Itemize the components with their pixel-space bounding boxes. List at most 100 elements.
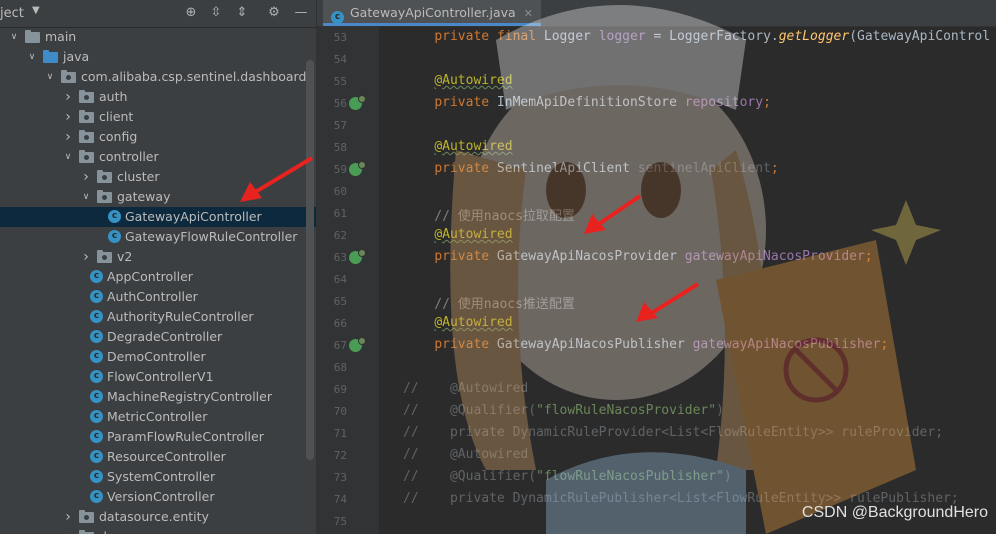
tree-item-label: d [99,527,107,534]
tree-item-folder[interactable]: › datasource.entity [0,507,316,527]
gear-icon[interactable]: ⚙ [266,5,282,21]
line-number: 59 [333,163,347,176]
line-number: 56 [333,97,347,110]
chevron-down-icon[interactable]: ∨ [26,47,38,67]
bean-gutter-icon[interactable] [349,95,366,110]
tree-item-class[interactable]: c ResourceController [0,447,316,467]
code-line: @Autowired [434,227,513,242]
bean-gutter-icon[interactable] [349,249,366,264]
tree-item-class[interactable]: c VersionController [0,487,316,507]
chevron-right-icon[interactable]: › [62,527,74,534]
scrollbar-thumb[interactable] [306,60,314,460]
line-number: 65 [333,295,347,308]
tree-item-class[interactable]: c MachineRegistryController [0,387,316,407]
chevron-down-icon[interactable]: ∨ [62,147,74,167]
tree-item-folder[interactable]: › cluster [0,167,316,187]
code-line: @Autowired [434,139,513,154]
project-panel-title[interactable]: ject [0,6,24,21]
code-line: // 使用naocs拉取配置 [403,209,575,224]
tree-item-folder[interactable]: ›d [0,527,316,534]
line-number: 63 [333,251,347,264]
chevron-right-icon[interactable]: › [62,127,74,147]
tree-item-folder[interactable]: ∨ controller [0,147,316,167]
line-number: 64 [333,273,347,286]
tree-item-folder[interactable]: ∨ main [0,27,316,47]
line-number: 75 [333,515,347,528]
package-dot-icon [84,155,89,160]
tree-item-class[interactable]: c GatewayApiController [0,207,316,227]
package-dot-icon [84,95,89,100]
class-icon: c [90,390,103,403]
chevron-right-icon[interactable]: › [62,507,74,527]
package-icon [61,70,76,83]
code-line: private GatewayApiNacosProvider gatewayA… [434,249,873,264]
tree-item-label: v2 [117,249,133,264]
tree-item-folder[interactable]: › v2 [0,247,316,267]
tree-item-label: AuthorityRuleController [107,309,254,324]
class-icon: c [90,470,103,483]
chevron-down-icon[interactable]: ∨ [8,27,20,47]
chevron-right-icon[interactable]: › [80,167,92,187]
package-icon [79,90,94,103]
code-line: private SentinelApiClient sentinelApiCli… [434,161,779,176]
tree-item-label: VersionController [107,489,215,504]
package-dot-icon [84,135,89,140]
tree-item-label: com.alibaba.csp.sentinel.dashboard [81,69,307,84]
line-number: 71 [333,427,347,440]
code-line: // @Qualifier("flowRuleNacosProvider") [403,403,724,418]
package-icon [97,250,112,263]
tab-gatewayapicontroller[interactable]: c GatewayApiController.java ✕ [323,0,541,26]
tree-item-class[interactable]: c AuthorityRuleController [0,307,316,327]
tree-item-label: datasource.entity [99,509,209,524]
minimize-icon[interactable]: — [293,5,309,21]
bean-gutter-icon[interactable] [349,337,366,352]
tab-label: GatewayApiController.java [350,5,516,20]
close-icon[interactable]: ✕ [524,7,533,20]
chevron-down-icon[interactable]: ∨ [80,187,92,207]
tree-item-folder[interactable]: › auth [0,87,316,107]
line-number: 68 [333,361,347,374]
collapse-all-icon[interactable]: ⇕ [234,5,250,21]
tree-item-class[interactable]: c DemoController [0,347,316,367]
expand-all-icon[interactable]: ⇳ [208,5,224,21]
tree-item-class[interactable]: c DegradeController [0,327,316,347]
tree-item-folder[interactable]: ∨ gateway [0,187,316,207]
tree-item-class[interactable]: c GatewayFlowRuleController [0,227,316,247]
tree-item-class[interactable]: c AppController [0,267,316,287]
locate-icon[interactable]: ⊕ [183,5,199,21]
code-line: @Autowired [434,73,513,88]
tree-item-class[interactable]: c AuthController [0,287,316,307]
tree-item-label: cluster [117,169,160,184]
project-panel-header: ject ▼ ⊕ ⇳ ⇕ ⚙ — [0,0,316,28]
package-dot-icon [102,255,107,260]
folder-icon [43,50,58,63]
bean-gutter-icon[interactable] [349,161,366,176]
class-icon: c [90,330,103,343]
tree-item-folder[interactable]: ∨ com.alibaba.csp.sentinel.dashboard [0,67,316,87]
tree-item-label: ParamFlowRuleController [107,429,264,444]
class-icon: c [331,11,344,24]
line-number: 60 [333,185,347,198]
line-number: 62 [333,229,347,242]
chevron-right-icon[interactable]: › [62,107,74,127]
tree-item-class[interactable]: c ParamFlowRuleController [0,427,316,447]
tree-item-label: GatewayFlowRuleController [125,229,298,244]
chevron-right-icon[interactable]: › [80,247,92,267]
tree-item-class[interactable]: c SystemController [0,467,316,487]
package-dot-icon [102,175,107,180]
tree-item-folder[interactable]: ∨ java [0,47,316,67]
chevron-right-icon[interactable]: › [62,87,74,107]
tree-item-folder[interactable]: › client [0,107,316,127]
chevron-down-icon[interactable]: ∨ [44,67,56,87]
line-number: 55 [333,75,347,88]
code-line: // @Autowired [403,447,529,462]
tree-item-folder[interactable]: › config [0,127,316,147]
chevron-down-icon[interactable]: ▼ [32,5,40,16]
tree-item-class[interactable]: c MetricController [0,407,316,427]
code-area[interactable]: 53 54 55 56 57 58 59 60 61 62 63 64 65 66 67 68 69 70 71 72… [317,26,996,534]
tree-item-label: DegradeController [107,329,223,344]
tree-item-label: java [63,49,90,64]
line-number: 58 [333,141,347,154]
tree-item-class[interactable]: c FlowControllerV1 [0,367,316,387]
line-number: 67 [333,339,347,352]
